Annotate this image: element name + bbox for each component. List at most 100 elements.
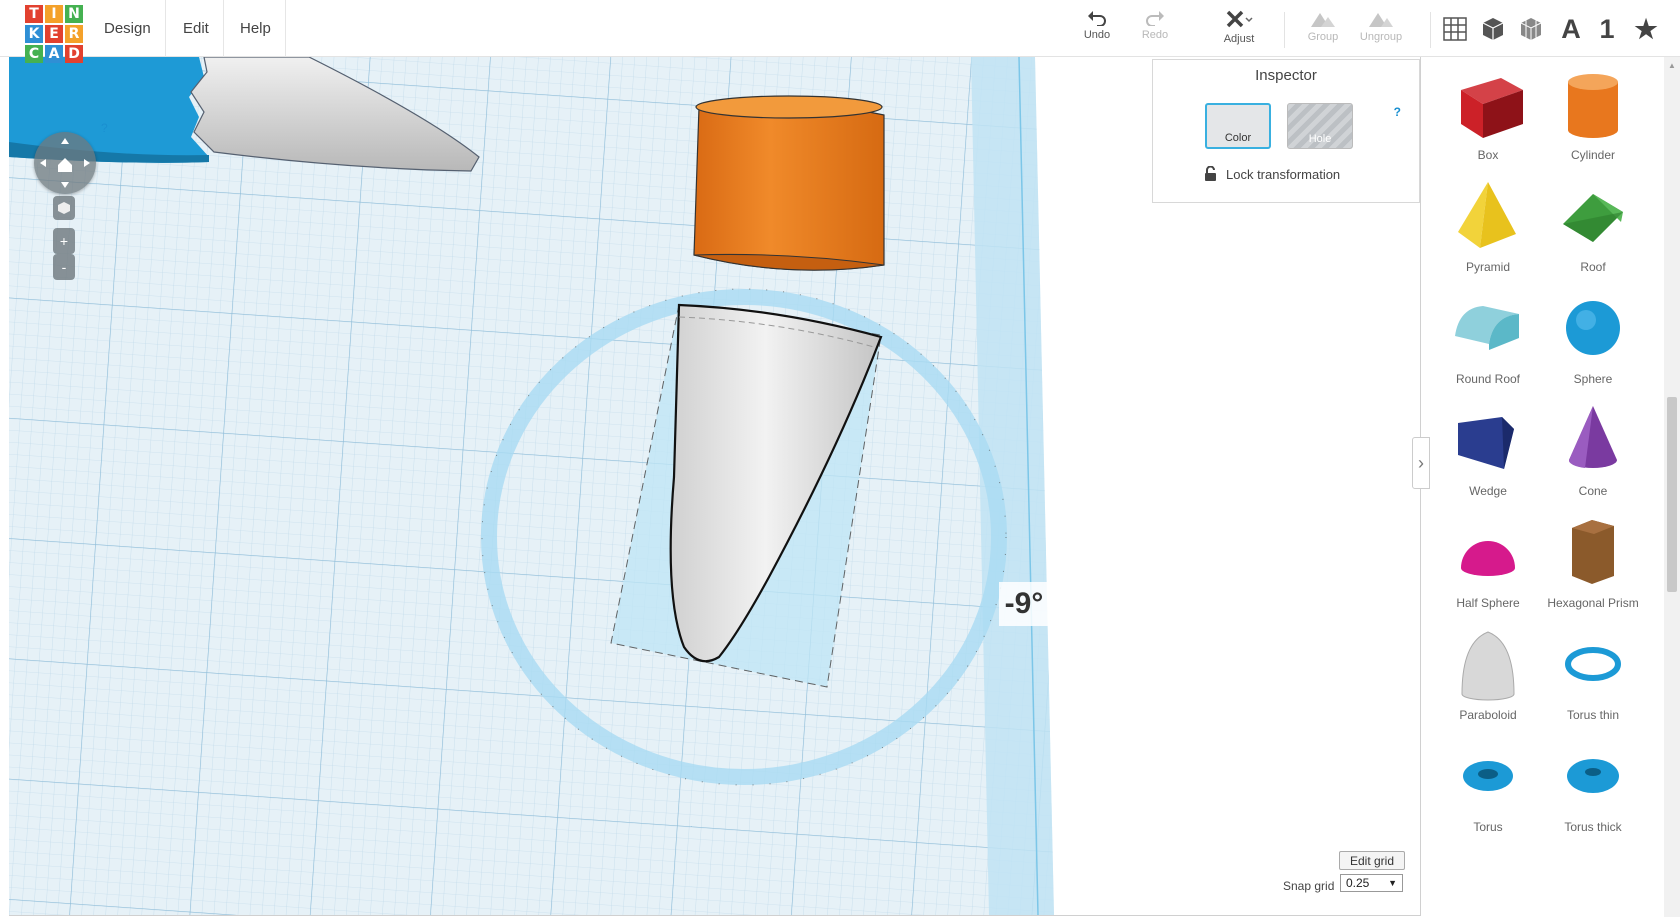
view-help-link[interactable]: ? <box>101 121 108 135</box>
cylinder-icon <box>1568 74 1618 138</box>
lock-label: Lock transformation <box>1226 166 1341 182</box>
toolbar-separator <box>1284 12 1285 48</box>
menu-design[interactable]: Design <box>90 0 166 57</box>
snap-grid-value: 0.25 <box>1346 876 1370 890</box>
undo-label: Undo <box>1083 29 1111 41</box>
inspector-title: Inspector <box>1255 67 1317 84</box>
menu-help[interactable]: Help <box>226 0 286 57</box>
cone-icon <box>1568 406 1617 468</box>
shape-cone[interactable]: Cone <box>1538 398 1648 508</box>
adjust-label: Adjust <box>1223 33 1255 45</box>
shape-half-sphere[interactable]: Half Sphere <box>1433 510 1543 620</box>
shape-label: Half Sphere <box>1456 596 1520 610</box>
group-icon <box>1311 13 1335 27</box>
shape-torus[interactable]: Torus <box>1433 734 1543 844</box>
logo-tile: C <box>25 45 43 63</box>
shape-label: Torus <box>1473 820 1503 834</box>
scroll-up-icon[interactable]: ▲ <box>1668 61 1676 70</box>
tinkercad-logo[interactable]: TIN KER CAD <box>25 5 85 65</box>
shapes-scrollbar[interactable]: ▲ <box>1664 57 1680 917</box>
logo-tile: R <box>65 25 83 43</box>
top-toolbar: TINKERCAD Design Edit Help Undo Redo Adj… <box>0 0 1680 63</box>
orange-cylinder-shape[interactable] <box>693 95 885 271</box>
toolbar-separator <box>1430 12 1431 48</box>
solid-view-icon[interactable] <box>1478 14 1508 44</box>
shape-paraboloid[interactable]: Paraboloid <box>1433 622 1543 732</box>
shape-label: Box <box>1477 148 1499 162</box>
shape-label: Pyramid <box>1465 260 1510 274</box>
redo-button[interactable]: Redo <box>1125 10 1185 52</box>
box-icon <box>1461 78 1523 138</box>
wedge-icon <box>1458 417 1514 469</box>
shape-label: Roof <box>1580 260 1606 274</box>
shape-roof[interactable]: Roof <box>1538 174 1648 284</box>
shape-hexagonal-prism[interactable]: Hexagonal Prism <box>1538 510 1648 620</box>
inspector-help-link[interactable]: ? <box>1394 105 1401 119</box>
group-label: Group <box>1307 31 1339 43</box>
text-view-button[interactable]: A <box>1556 14 1586 44</box>
logo-tile: D <box>65 45 83 63</box>
logo-tile: K <box>25 25 43 43</box>
zoom-out-button[interactable]: - <box>53 254 75 280</box>
color-button[interactable]: Color <box>1205 103 1271 149</box>
lock-transformation-toggle[interactable]: Lock transformation <box>1204 166 1340 182</box>
edit-grid-button[interactable]: Edit grid <box>1339 851 1405 870</box>
undo-icon <box>1088 11 1106 26</box>
zoom-in-button[interactable]: + <box>53 228 75 254</box>
shape-label: Sphere <box>1573 372 1613 386</box>
star-icon[interactable]: ★ <box>1631 14 1661 44</box>
snap-grid-label: Snap grid <box>1283 879 1335 893</box>
shape-torus-thick[interactable]: Torus thick <box>1538 734 1648 844</box>
chevron-down-icon: ▼ <box>1388 878 1397 888</box>
torus-thick-icon <box>1567 759 1619 793</box>
shape-round-roof[interactable]: Round Roof <box>1433 286 1543 396</box>
orbit-arrows-icon <box>40 138 90 188</box>
logo-tile: I <box>45 5 63 23</box>
shape-label: Torus thin <box>1566 708 1620 722</box>
hole-label: Hole <box>1308 133 1332 145</box>
hole-button[interactable]: Hole <box>1287 103 1353 149</box>
shape-label: Paraboloid <box>1459 708 1517 722</box>
inspector-panel: Inspector Color Hole ? Lock transformati… <box>1152 59 1420 203</box>
snap-grid-select[interactable]: 0.25 ▼ <box>1340 874 1403 892</box>
shape-sphere[interactable]: Sphere <box>1538 286 1648 396</box>
logo-tile: E <box>45 25 63 43</box>
round-roof-icon <box>1455 306 1519 350</box>
logo-tile: A <box>45 45 63 63</box>
group-button[interactable]: Group <box>1293 10 1353 52</box>
shape-cylinder[interactable]: Cylinder <box>1538 62 1648 172</box>
shape-box[interactable]: Box <box>1433 62 1543 172</box>
redo-label: Redo <box>1141 29 1169 41</box>
shape-label: Torus thick <box>1564 820 1622 834</box>
ungroup-button[interactable]: Ungroup <box>1351 10 1411 52</box>
number-view-button[interactable]: 1 <box>1592 14 1622 44</box>
torus-thin-icon <box>1565 647 1621 681</box>
sphere-icon <box>1566 301 1620 355</box>
shape-wedge[interactable]: Wedge <box>1433 398 1543 508</box>
shape-label: Round Roof <box>1455 372 1521 386</box>
wireframe-view-icon[interactable] <box>1516 14 1546 44</box>
color-label: Color <box>1224 132 1252 144</box>
ungroup-label: Ungroup <box>1359 31 1403 43</box>
home-view-icon[interactable] <box>53 196 75 220</box>
redo-icon <box>1146 11 1164 26</box>
scrollbar-thumb[interactable] <box>1667 397 1677 592</box>
logo-tile: N <box>65 5 83 23</box>
adjust-button[interactable]: Adjust <box>1209 10 1269 52</box>
rotation-angle-readout: -9° <box>999 582 1049 626</box>
shape-pyramid[interactable]: Pyramid <box>1433 174 1543 284</box>
adjust-icon <box>1226 10 1253 28</box>
view-navigation-control[interactable] <box>34 132 96 194</box>
shape-label: Cone <box>1578 484 1608 498</box>
logo-tile: T <box>25 5 43 23</box>
pyramid-icon <box>1458 182 1516 248</box>
lock-icon <box>1205 166 1216 181</box>
undo-button[interactable]: Undo <box>1067 10 1127 52</box>
menu-edit[interactable]: Edit <box>169 0 224 57</box>
shape-torus-thin[interactable]: Torus thin <box>1538 622 1648 732</box>
paraboloid-icon <box>1461 631 1515 701</box>
ungroup-icon <box>1369 13 1393 27</box>
collapse-panel-chevron-icon[interactable]: › <box>1412 437 1430 489</box>
grid-view-icon[interactable] <box>1440 14 1470 44</box>
shape-label: Hexagonal Prism <box>1547 596 1639 610</box>
